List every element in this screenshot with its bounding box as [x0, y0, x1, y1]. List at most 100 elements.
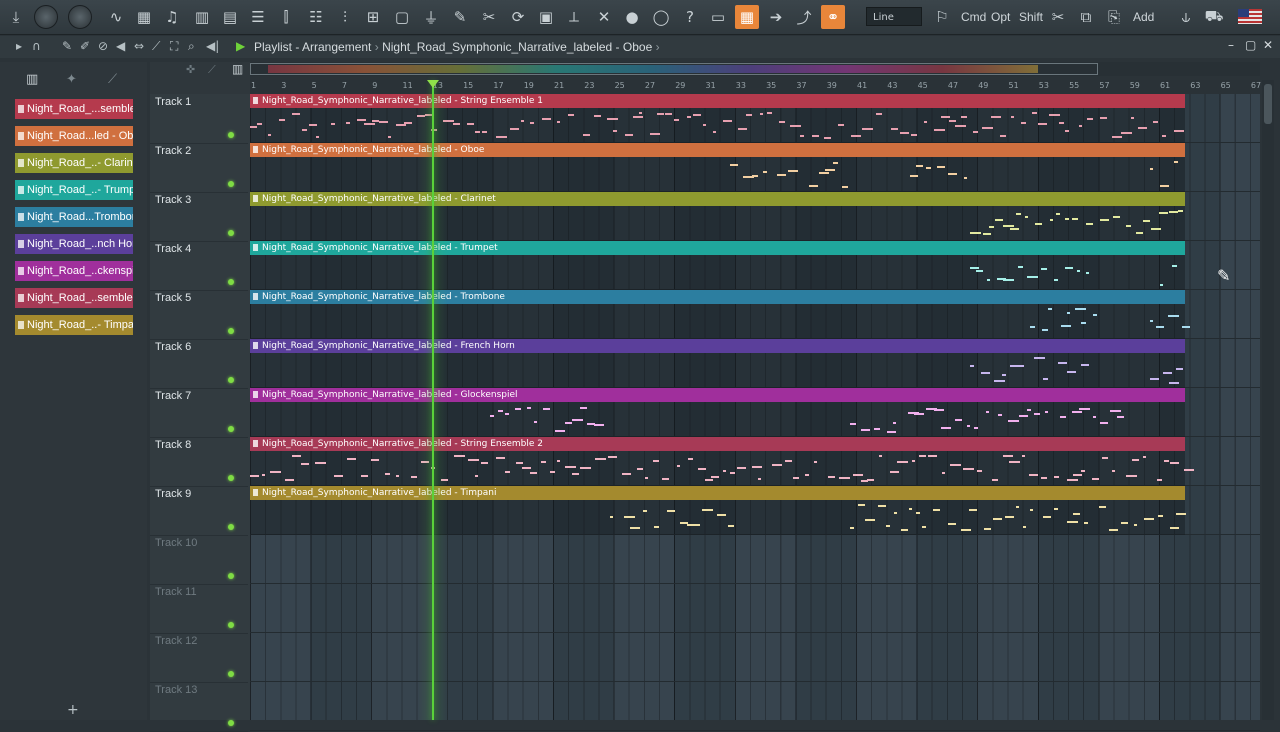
pattern-clip[interactable]: Night_Road_Symphonic_Narrative_labeled -…: [250, 241, 1185, 290]
track-mute-led[interactable]: [228, 426, 234, 432]
stamp-icon[interactable]: ⚐: [930, 5, 954, 29]
window-icon[interactable]: ▭: [706, 5, 730, 29]
pattern-clip[interactable]: Night_Road_Symphonic_Narrative_labeled -…: [250, 339, 1185, 388]
save-icon[interactable]: ▣: [534, 5, 558, 29]
picker-item[interactable]: Night_Road_..nch Horn: [15, 234, 133, 254]
add-button[interactable]: Add: [1130, 5, 1157, 29]
close-icon[interactable]: ✕: [1263, 38, 1273, 52]
flag-icon[interactable]: [1238, 9, 1262, 24]
sliders-icon[interactable]: ⫶: [333, 5, 357, 29]
track-header[interactable]: Track 4: [150, 241, 248, 291]
track-mute-led[interactable]: [228, 377, 234, 383]
delete-tool-icon[interactable]: ⊘: [98, 39, 108, 53]
pattern-mode-icon[interactable]: ▥: [232, 62, 243, 76]
track-header[interactable]: Track 5: [150, 290, 248, 340]
playhead[interactable]: [432, 80, 434, 720]
step-sequencer-icon[interactable]: ♫: [160, 5, 184, 29]
track-header[interactable]: Track 13: [150, 682, 248, 732]
metronome-icon[interactable]: ⟂: [562, 5, 586, 29]
picker-item[interactable]: Night_Road_...semble 1: [15, 99, 133, 119]
picker-item[interactable]: Night_Road_..- Clarinet: [15, 153, 133, 173]
cut-icon[interactable]: ✂: [1046, 5, 1070, 29]
tempo-graph-icon[interactable]: ∿: [104, 5, 128, 29]
scissors-icon[interactable]: ✕: [592, 5, 616, 29]
playlist-icon[interactable]: ▦: [132, 5, 156, 29]
browser-icon[interactable]: ▤: [218, 5, 242, 29]
pattern-clip[interactable]: Night_Road_Symphonic_Narrative_labeled -…: [250, 290, 1190, 339]
playlist-grid[interactable]: Night_Road_Symphonic_Narrative_labeled -…: [250, 94, 1260, 731]
track-header[interactable]: Track 11: [150, 584, 248, 634]
picker-item[interactable]: Night_Road...Trombone: [15, 207, 133, 227]
pattern-icon[interactable]: ▥: [26, 72, 38, 87]
current-pattern[interactable]: Night_Road_Symphonic_Narrative_labeled -…: [382, 40, 652, 54]
track-header[interactable]: Track 10: [150, 535, 248, 585]
overview-viewport[interactable]: [250, 63, 1098, 75]
microphone-icon[interactable]: ●: [620, 5, 644, 29]
picker-item[interactable]: Night_Road_..- Trumpet: [15, 180, 133, 200]
pattern-clip[interactable]: Night_Road_Symphonic_Narrative_labeled -…: [250, 486, 1186, 535]
track-header[interactable]: Track 7: [150, 388, 248, 438]
group-icon[interactable]: ⟋: [208, 63, 216, 77]
curve-icon[interactable]: ⤴: [792, 5, 816, 29]
project-tree-icon[interactable]: ⊞: [361, 5, 385, 29]
track-mute-led[interactable]: [228, 132, 234, 138]
slice-icon[interactable]: ✂: [477, 5, 501, 29]
magnet-icon[interactable]: ∩: [32, 39, 41, 53]
master-pitch-knob[interactable]: [68, 5, 92, 29]
track-mute-led[interactable]: [228, 279, 234, 285]
playhead-marker[interactable]: [427, 80, 439, 88]
track-mute-led[interactable]: [228, 475, 234, 481]
pattern-clip[interactable]: Night_Road_Symphonic_Narrative_labeled -…: [250, 437, 1194, 486]
paste-icon[interactable]: ⎘: [1102, 5, 1126, 29]
track-mute-led[interactable]: [228, 524, 234, 530]
loop-icon[interactable]: ⟳: [506, 5, 530, 29]
paint-tool-icon[interactable]: ✐: [80, 39, 90, 53]
playback-tool-icon[interactable]: ◀|: [206, 39, 219, 53]
track-mute-led[interactable]: [228, 671, 234, 677]
scroll-thumb[interactable]: [1264, 84, 1272, 124]
mute-tool-icon[interactable]: ◀: [116, 39, 125, 53]
track-header[interactable]: Track 9: [150, 486, 248, 536]
audio-icon[interactable]: ✦: [66, 72, 77, 87]
track-mute-led[interactable]: [228, 573, 234, 579]
download-icon[interactable]: ⤓: [4, 5, 28, 29]
snap-mode-select[interactable]: Line: [866, 7, 922, 26]
arrow-right-icon[interactable]: ➔: [764, 5, 788, 29]
track-header[interactable]: Track 3: [150, 192, 248, 242]
channel-rack-icon[interactable]: ☰: [246, 5, 270, 29]
mixer-icon[interactable]: ⫿: [274, 5, 298, 29]
track-mute-led[interactable]: [228, 720, 234, 726]
zoom-tool-icon[interactable]: ⌕: [188, 39, 195, 54]
maximize-icon[interactable]: ▢: [1245, 38, 1256, 52]
document-icon[interactable]: ▢: [390, 5, 414, 29]
pen-icon[interactable]: ✎: [448, 5, 472, 29]
track-mute-led[interactable]: [228, 622, 234, 628]
pattern-clip[interactable]: Night_Road_Symphonic_Narrative_labeled -…: [250, 192, 1185, 241]
add-track-icon[interactable]: ✜: [186, 63, 195, 76]
track-header[interactable]: Track 1: [150, 94, 248, 144]
track-lane[interactable]: [250, 535, 1260, 584]
help-icon[interactable]: ?: [678, 5, 702, 29]
overview-scrollbar[interactable]: [250, 62, 1260, 76]
picker-item[interactable]: Night_Road_..- Timpani: [15, 315, 133, 335]
link-icon[interactable]: ⚭: [821, 5, 845, 29]
shift-button[interactable]: Shift: [1016, 5, 1046, 29]
tuning-fork-icon[interactable]: ⫝: [1174, 5, 1198, 29]
minimize-icon[interactable]: –: [1228, 38, 1234, 52]
pattern-clip[interactable]: Night_Road_Symphonic_Narrative_labeled -…: [250, 94, 1185, 143]
piano-roll-icon[interactable]: ▥: [190, 5, 214, 29]
track-lane[interactable]: [250, 682, 1260, 731]
chat-icon[interactable]: ◯: [649, 5, 673, 29]
plug-icon[interactable]: ⏚: [419, 5, 443, 29]
add-icon[interactable]: +: [67, 702, 79, 718]
pattern-clip[interactable]: Night_Road_Symphonic_Narrative_labeled -…: [250, 143, 1185, 192]
plugin-icon[interactable]: ☷: [304, 5, 328, 29]
track-lane[interactable]: [250, 633, 1260, 682]
timeline-ruler[interactable]: 1 3 5 7 9 11 13 15 17 19 21 23 25 27 29 31 33 35 37 39 41 43 4…: [250, 80, 1261, 94]
opt-button[interactable]: Opt: [988, 5, 1013, 29]
pattern-clip[interactable]: Night_Road_Symphonic_Narrative_labeled -…: [250, 388, 1185, 437]
track-header[interactable]: Track 8: [150, 437, 248, 487]
draw-tool-icon[interactable]: ✎: [62, 39, 72, 53]
piano-keys-icon[interactable]: ▦: [735, 5, 759, 29]
track-lane[interactable]: [250, 584, 1260, 633]
